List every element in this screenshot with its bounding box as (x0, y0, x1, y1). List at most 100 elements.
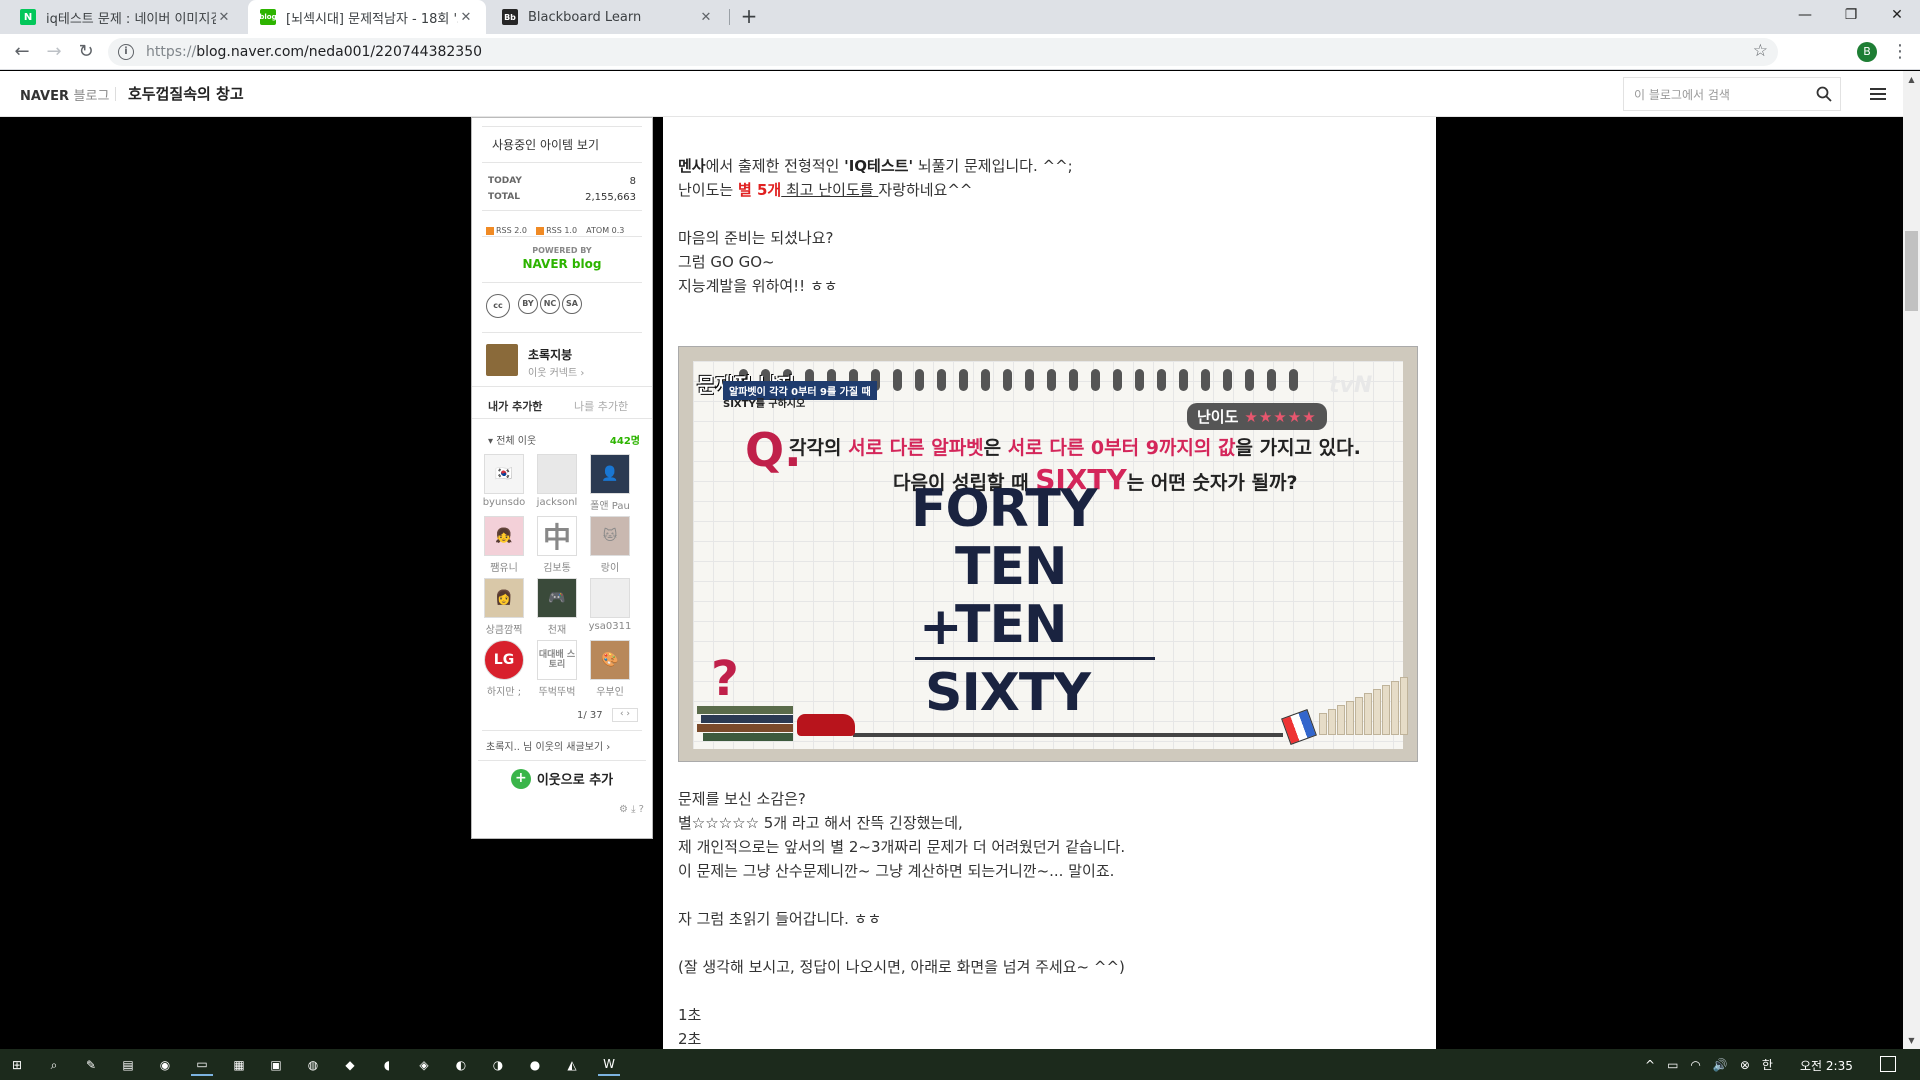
neighbor-connect-link[interactable]: 이웃 커넥트 › (528, 364, 584, 379)
close-tab-icon[interactable]: ✕ (216, 10, 232, 25)
neighbor-avatar (590, 578, 630, 618)
neighbor-item[interactable]: 🎨 우부인 (586, 640, 634, 698)
taskbar-app-icon[interactable]: ◑ (487, 1054, 509, 1076)
cc-license[interactable]: cc BY NC SA (472, 294, 652, 322)
tray-icon[interactable]: ▭ (1667, 1058, 1678, 1072)
chrome-menu-icon[interactable]: ⋮ (1888, 40, 1912, 64)
blog-search-input[interactable]: 이 블로그에서 검색 (1623, 77, 1841, 111)
tab-naver-blog-post[interactable]: blog [뇌섹시대] 문제적남자 - 18회 '노 ✕ (248, 0, 486, 34)
blog-title[interactable]: 호두껍질속의 창고 (128, 83, 244, 104)
taskbar-app-icon[interactable]: ⌕ (43, 1054, 65, 1076)
scrollbar-thumb[interactable] (1905, 231, 1918, 311)
clock[interactable]: 오전 2:35 (1800, 1057, 1853, 1074)
taskbar-app-icon[interactable]: ✎ (80, 1054, 102, 1076)
new-tab-button[interactable]: + (738, 6, 760, 28)
naver-blog-badge[interactable]: NAVER blog (472, 257, 652, 271)
neighbor-new-posts-link[interactable]: 초록지.. 님 이웃의 새글보기 › (486, 738, 610, 753)
puzzle-image[interactable]: 문제적 남자 알파벳이 각각 0부터 9를 가질 때 SIXTY를 구하시오 난… (678, 346, 1418, 762)
profile-avatar[interactable]: B (1857, 42, 1877, 62)
taskbar-app-icon[interactable]: ⊞ (6, 1054, 28, 1076)
used-items-link[interactable]: 사용중인 아이템 보기 (492, 136, 672, 153)
countdown-2: 2초 (678, 1030, 702, 1048)
close-tab-icon[interactable]: ✕ (458, 10, 474, 25)
tray-icon[interactable]: 한 (1762, 1056, 1773, 1073)
close-tab-icon[interactable]: ✕ (698, 10, 714, 25)
taskbar-app-icon[interactable]: ◈ (413, 1054, 435, 1076)
minimize-button[interactable]: — (1782, 0, 1828, 30)
taskbar-app-icon[interactable]: ▭ (191, 1054, 213, 1076)
taskbar-app-icon[interactable]: ▣ (265, 1054, 287, 1076)
domino (1319, 713, 1327, 735)
tab-added-by-me[interactable]: 내가 추가한 (488, 398, 542, 414)
taskbar-app-icon[interactable]: ◐ (450, 1054, 472, 1076)
search-placeholder: 이 블로그에서 검색 (1634, 87, 1730, 102)
scroll-down-icon[interactable]: ▼ (1903, 1032, 1920, 1049)
neighbor-item[interactable]: 👧 쨈유니 (480, 516, 528, 574)
site-info-icon[interactable]: i (118, 44, 134, 60)
post-paragraph-11: (잘 생각해 보시고, 정답이 나오시면, 아래로 화면을 넘겨 주세요~ ^^… (678, 958, 1125, 976)
reload-icon[interactable]: ↻ (74, 40, 98, 64)
neighbor-item[interactable]: ysa0311 (586, 578, 634, 632)
taskbar-app-icon[interactable]: ▤ (117, 1054, 139, 1076)
neighbor-item[interactable]: 대대배 스토리 뚜벅뚜벅 (533, 640, 581, 698)
search-icon[interactable] (1816, 86, 1832, 102)
rss2-link[interactable]: RSS 2.0 (486, 226, 527, 235)
taskbar-app-icon[interactable]: ◆ (339, 1054, 361, 1076)
profile-avatar[interactable] (486, 344, 518, 376)
neighbor-item[interactable]: 🎮 천재 (533, 578, 581, 636)
domino (1400, 677, 1408, 735)
restore-button[interactable]: ❐ (1828, 0, 1874, 30)
taskbar-app-icon[interactable]: ● (524, 1054, 546, 1076)
tab-added-me[interactable]: 나를 추가한 (574, 398, 628, 414)
neighbor-item[interactable]: 中 김보통 (533, 516, 581, 574)
countdown-1: 1초 (678, 1006, 702, 1024)
taskbar-app-icon[interactable]: ◍ (302, 1054, 324, 1076)
blog-header: NAVER 블로그 호두껍질속의 창고 이 블로그에서 검색 (0, 71, 1903, 117)
tray-icon[interactable]: 🔊 (1713, 1058, 1728, 1072)
profile-name[interactable]: 초록지붕 (528, 346, 572, 363)
neighbor-name: 우부인 (596, 687, 624, 698)
taskbar-app-icon[interactable]: W (598, 1054, 620, 1076)
text-span: 자랑하네요^^ (878, 181, 973, 199)
tray-icon[interactable]: ⊗ (1740, 1058, 1750, 1072)
forward-arrow-icon[interactable]: → (42, 40, 66, 64)
scroll-up-icon[interactable]: ▲ (1903, 71, 1920, 88)
taskbar-app-icon[interactable]: ◉ (154, 1054, 176, 1076)
rss1-link[interactable]: RSS 1.0 (536, 226, 577, 235)
tab-blackboard-learn[interactable]: Bb Blackboard Learn ✕ (490, 0, 726, 34)
neighbor-item[interactable]: LG 하지만 ; (480, 640, 528, 698)
tray-icon[interactable]: ^ (1645, 1058, 1655, 1072)
neighbor-item[interactable]: 👩 상큼깜찍 (480, 578, 528, 636)
widget-settings-icon[interactable]: ⚙ ⤓ ? (619, 804, 644, 815)
taskbar-app-icon[interactable]: ◭ (561, 1054, 583, 1076)
book-stack-icon (697, 706, 797, 746)
add-neighbor-button[interactable]: + 이웃으로 추가 (478, 760, 646, 796)
divider (482, 162, 642, 163)
tab-iq-test-images[interactable]: N iq테스트 문제 : 네이버 이미지검 ✕ (8, 0, 244, 34)
plus-sign: + (919, 597, 963, 657)
post-paragraph-4: 그럼 GO GO~ (678, 253, 775, 271)
page-scrollbar[interactable]: ▲ ▼ (1903, 71, 1920, 1049)
neighbor-item[interactable]: 🇰🇷 byunsdo (480, 454, 528, 508)
atom-link[interactable]: ATOM 0.3 (586, 226, 624, 235)
close-window-button[interactable]: ✕ (1874, 0, 1920, 30)
hamburger-menu-icon[interactable] (1870, 88, 1886, 100)
all-neighbors-dropdown[interactable]: ▾ 전체 이웃 (488, 432, 536, 447)
neighbor-item[interactable]: jacksonl (533, 454, 581, 508)
taskbar-app-icon[interactable]: ◖ (376, 1054, 398, 1076)
bookmark-star-icon[interactable]: ☆ (1753, 41, 1768, 61)
tray-icon[interactable]: ◠ (1690, 1058, 1700, 1072)
naver-blog-logo[interactable]: NAVER 블로그 (20, 85, 109, 104)
taskbar-app-icon[interactable]: ▦ (228, 1054, 250, 1076)
back-arrow-icon[interactable]: ← (10, 40, 34, 64)
pager-arrows-icon[interactable]: ‹ › (612, 708, 638, 722)
notification-center-icon[interactable] (1880, 1056, 1896, 1072)
question-line-1: 각각의 서로 다른 알파벳은 서로 다른 0부터 9까지의 값을 가지고 있다. (789, 433, 1361, 460)
neighbor-item[interactable]: 👤 폴앤 Pau (586, 454, 634, 512)
ring (1113, 369, 1122, 391)
address-bar[interactable]: i https:// blog.naver.com/neda001/220744… (108, 38, 1778, 66)
text-span: 각각의 (789, 437, 849, 459)
domino (1382, 685, 1390, 735)
post-paragraph-10: 자 그럼 초읽기 들어갑니다. ㅎㅎ (678, 910, 882, 928)
neighbor-item[interactable]: 🐱 랑이 (586, 516, 634, 574)
